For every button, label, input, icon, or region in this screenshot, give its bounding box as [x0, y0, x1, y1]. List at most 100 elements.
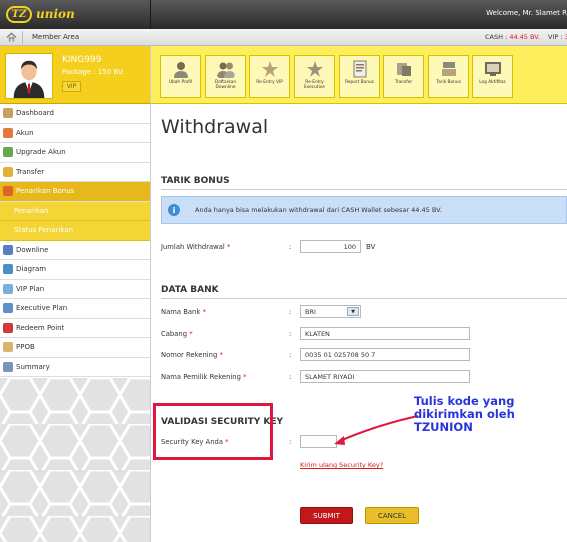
sidebar-item-label: Executive Plan: [16, 304, 68, 313]
logo[interactable]: TZ union: [6, 5, 75, 23]
sidebar-item-dashboard[interactable]: Dashboard: [0, 104, 150, 124]
toolbar-report-bonus-button[interactable]: Report Bonus: [339, 55, 380, 98]
sidebar-item-downline[interactable]: Downline: [0, 240, 150, 260]
section-title-data-bank: DATA BANK: [161, 285, 219, 295]
avatar[interactable]: [5, 53, 53, 99]
toolbar-log-aktifitas-button[interactable]: Log Aktifitas: [472, 55, 513, 98]
account-icon: [3, 127, 13, 138]
sidebar-item-summary[interactable]: Summary: [0, 357, 150, 377]
breadcrumb-separator: [22, 31, 23, 44]
toolbar-reentry-executive-button[interactable]: Re-Entry Executive: [294, 55, 335, 98]
toolbar-label: Re-Entry Executive: [304, 80, 325, 90]
required-mark: *: [243, 373, 247, 381]
cancel-button[interactable]: CANCEL: [365, 507, 419, 524]
profile-panel: KING999 Package : 150 BV. VIP: [0, 46, 150, 104]
sidebar-item-label: Downline: [16, 245, 49, 254]
hexagon-pattern: [0, 378, 150, 542]
toolbar-label: Tarik Bonus: [436, 80, 461, 85]
reentry-executive-icon: [306, 61, 323, 77]
sidebar-item-ppob[interactable]: PPOB: [0, 338, 150, 358]
username: KING999: [62, 55, 102, 65]
sidebar-subitem-status-penarikan[interactable]: Status Penarikan: [0, 221, 150, 241]
logo-badge: TZ: [6, 5, 32, 23]
jumlah-withdrawal-input[interactable]: 100: [300, 240, 361, 253]
sidebar-item-transfer[interactable]: Transfer: [0, 162, 150, 182]
field-colon: :: [289, 330, 292, 338]
alert-text: Anda hanya bisa melakukan withdrawal dar…: [195, 206, 442, 214]
annotation-text: Tulis kode yang dikirimkan oleh TZUNION: [414, 394, 515, 434]
section-title-tarik-bonus: TARIK BONUS: [161, 176, 230, 186]
top-bar: TZ union Welcome, Mr. Slamet R: [0, 0, 567, 29]
sidebar-item-executive-plan[interactable]: Executive Plan: [0, 299, 150, 319]
info-alert: i Anda hanya bisa melakukan withdrawal d…: [161, 196, 567, 224]
toolbar-reentry-vip-button[interactable]: Re-Entry VIP: [249, 55, 290, 98]
field-colon: :: [289, 243, 292, 251]
resend-security-key-link[interactable]: Kirim ulang Security Key?: [300, 461, 383, 469]
vip-label: VIP :: [548, 33, 565, 41]
sidebar-subitem-penarikan[interactable]: Penarikan: [0, 201, 150, 221]
nama-bank-label: Nama Bank *: [161, 308, 206, 316]
sidebar-item-label: Diagram: [16, 265, 47, 274]
required-mark: *: [226, 243, 231, 251]
toolbar-ubah-profil-button[interactable]: Ubah Profil: [160, 55, 201, 98]
info-icon: i: [168, 204, 180, 216]
sidebar-item-vip-plan[interactable]: VIP Plan: [0, 279, 150, 299]
field-colon: :: [289, 308, 292, 316]
sidebar-item-label: Upgrade Akun: [16, 148, 66, 157]
toolbar-label: Re-Entry VIP: [256, 80, 283, 85]
sidebar-background-pattern: [0, 378, 150, 542]
jumlah-withdrawal-label: Jumlah Withdrawal *: [161, 243, 230, 251]
label-text: Jumlah Withdrawal: [161, 243, 227, 251]
quick-actions-toolbar: Ubah Profil Daftarkan Downline Re-Entry …: [151, 46, 567, 104]
toolbar-daftarkan-downline-button[interactable]: Daftarkan Downline: [205, 55, 246, 98]
sidebar-item-akun[interactable]: Akun: [0, 123, 150, 143]
nama-bank-select[interactable]: BRI ▼: [300, 305, 361, 318]
vip-plan-icon: [3, 283, 13, 294]
transfer-icon: [3, 166, 13, 177]
sidebar-item-label: Penarikan Bonus: [16, 187, 75, 196]
home-icon[interactable]: [6, 32, 17, 42]
sidebar-item-label: Akun: [16, 128, 34, 137]
package-info: Package : 150 BV.: [62, 68, 125, 76]
toolbar-label: Report Bonus: [345, 80, 374, 85]
nama-pemilik-label: Nama Pemilik Rekening *: [161, 373, 246, 381]
cash-value: 44.45 BV.: [509, 33, 540, 41]
toolbar-label: Daftarkan Downline: [214, 80, 237, 90]
sidebar-item-diagram[interactable]: Diagram: [0, 260, 150, 280]
toolbar-tarik-bonus-button[interactable]: Tarik Bonus: [428, 55, 469, 98]
cash-balance: CASH : 44.45 BV.: [485, 33, 540, 41]
log-icon: [484, 62, 501, 76]
executive-plan-icon: [3, 303, 13, 314]
security-key-highlight-box: [153, 403, 273, 460]
breadcrumb-bar: Member Area CASH : 44.45 BV. VIP : 3: [0, 29, 567, 46]
sidebar-nav: Dashboard Akun Upgrade Akun Transfer Pen…: [0, 104, 150, 377]
required-mark: *: [202, 308, 206, 316]
cabang-input[interactable]: KLATEN: [300, 327, 470, 340]
nama-pemilik-input[interactable]: SLAMET RIYADI: [300, 370, 470, 383]
sidebar-item-label: Redeem Point: [16, 323, 65, 332]
vip-badge: VIP: [62, 81, 81, 92]
content-divider: [150, 46, 151, 542]
field-colon: :: [289, 438, 292, 446]
sidebar-item-redeem-point[interactable]: Redeem Point: [0, 318, 150, 338]
nomor-rekening-input[interactable]: 0035 01 025708 50 7: [300, 348, 470, 361]
sidebar-item-upgrade-akun[interactable]: Upgrade Akun: [0, 143, 150, 163]
bonus-icon: [3, 186, 13, 197]
breadcrumb-member-area[interactable]: Member Area: [32, 33, 79, 41]
required-mark: *: [219, 351, 223, 359]
required-mark: *: [189, 330, 193, 338]
ppob-icon: [3, 342, 13, 353]
summary-icon: [3, 361, 13, 372]
submit-button[interactable]: SUBMIT: [300, 507, 353, 524]
sidebar-item-penarikan-bonus[interactable]: Penarikan Bonus: [0, 182, 150, 202]
toolbar-transfer-button[interactable]: Transfer: [383, 55, 424, 98]
label-text: Nama Pemilik Rekening: [161, 373, 244, 381]
welcome-text: Welcome, Mr. Slamet R: [486, 9, 567, 17]
chevron-down-icon[interactable]: ▼: [347, 307, 359, 316]
upgrade-icon: [3, 147, 13, 158]
reentry-vip-icon: [261, 61, 278, 77]
field-colon: :: [289, 373, 292, 381]
downline-icon: [3, 244, 13, 255]
home-icon: [3, 108, 13, 119]
sidebar-item-label: Dashboard: [16, 109, 54, 118]
